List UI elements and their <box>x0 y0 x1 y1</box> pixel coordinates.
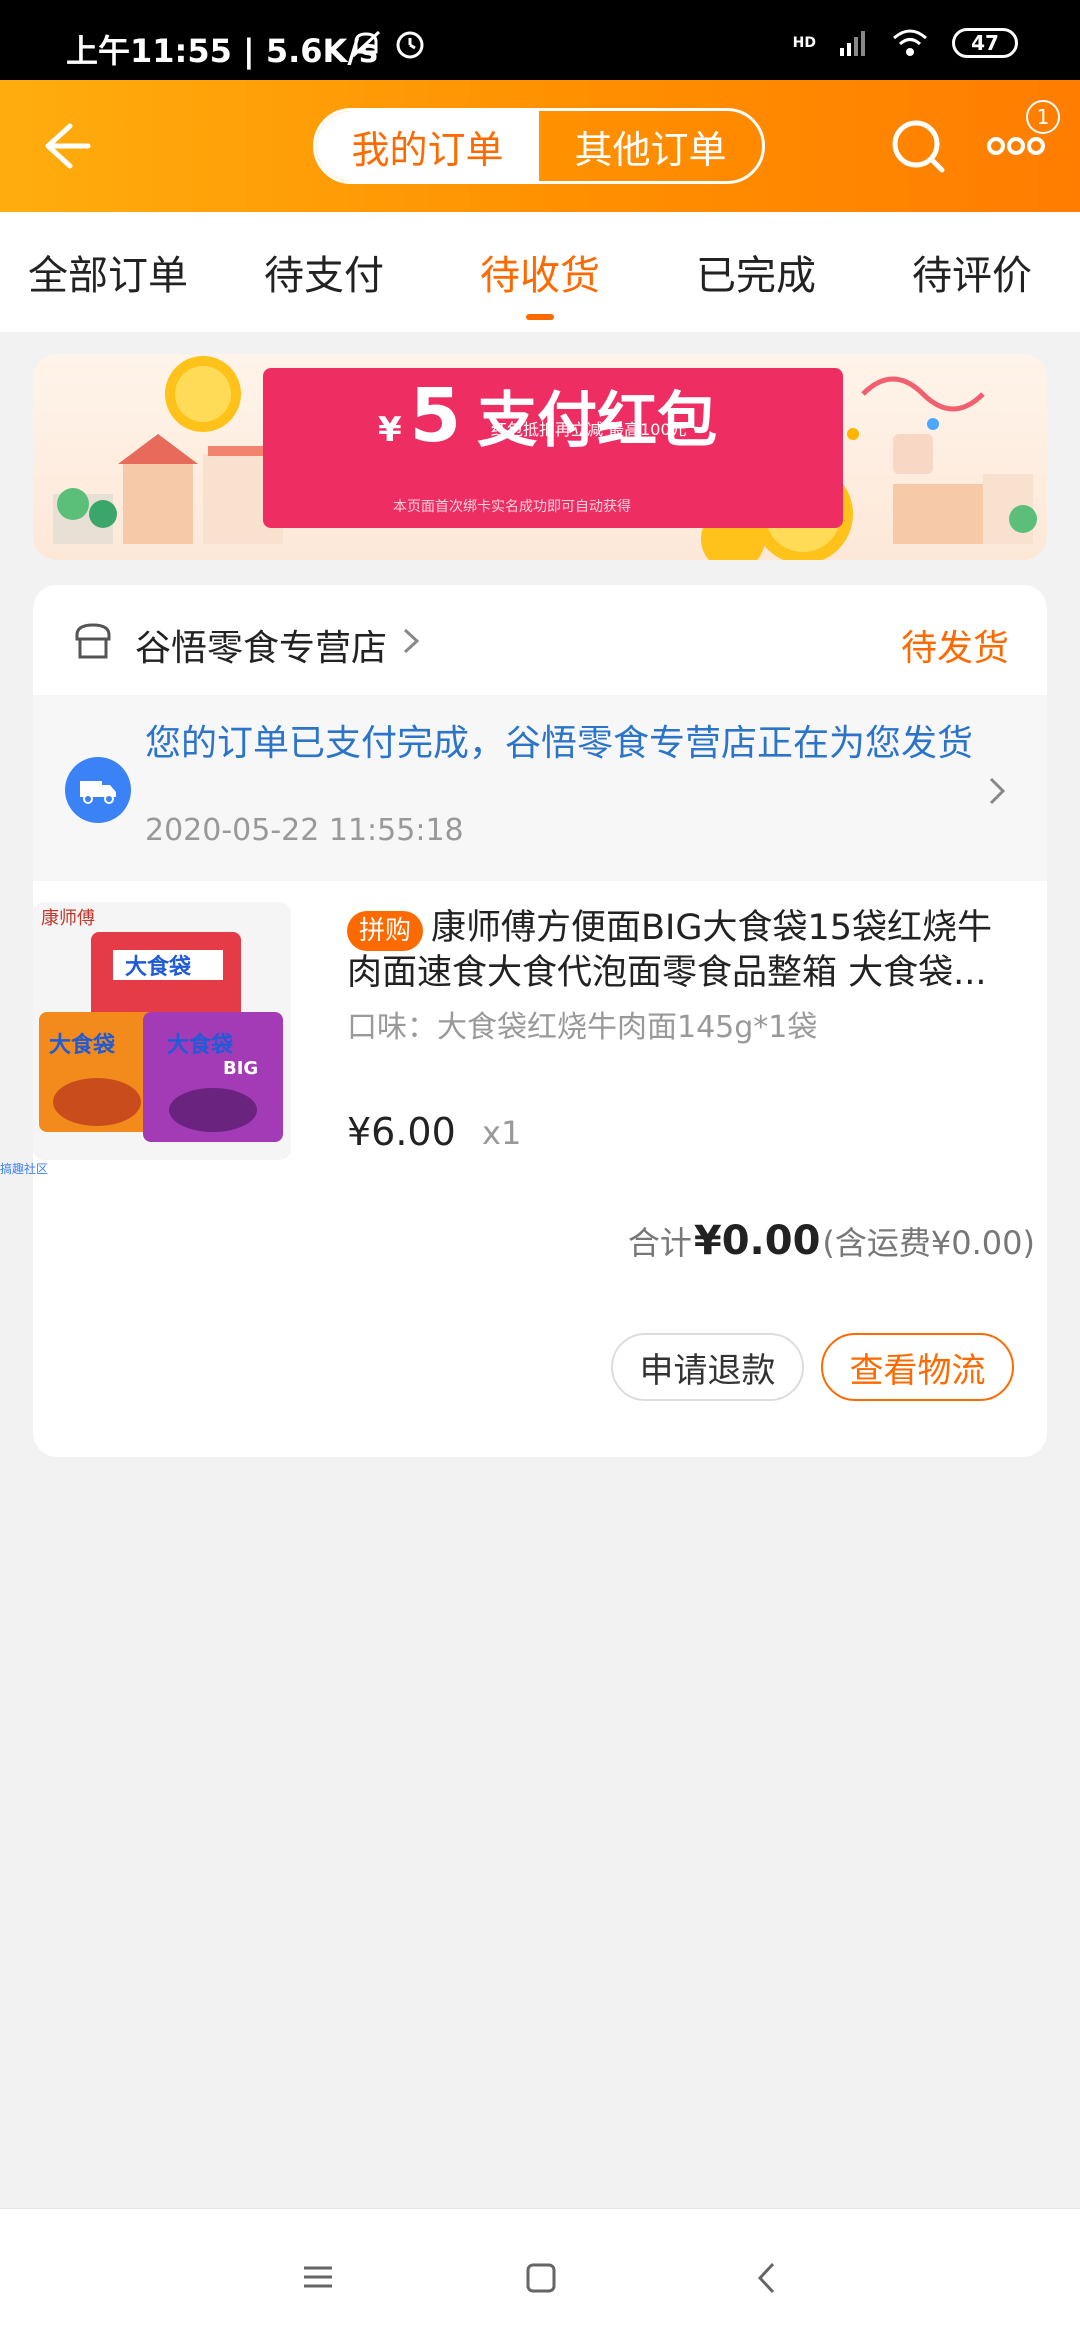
notice-timestamp: 2020-05-22 11:55:18 <box>145 813 464 848</box>
status-left-icons <box>350 28 440 66</box>
svg-text:BIG: BIG <box>223 1058 258 1079</box>
recent-apps-icon[interactable] <box>302 2265 334 2289</box>
status-time: 上午11:55 | 5.6K/s <box>66 32 379 70</box>
coupon-note: 本页面首次绑卡实名成功即可自动获得 <box>393 499 631 515</box>
home-icon[interactable] <box>526 2263 556 2293</box>
chevron-right-icon <box>403 628 420 654</box>
tab-other-orders[interactable]: 其他订单 <box>539 111 762 181</box>
order-status: 待发货 <box>900 628 1009 669</box>
shipping-fee-note: (含运费¥0.00) <box>822 1224 1035 1262</box>
shop-row[interactable]: 谷悟零食专营店 待发货 <box>33 585 1047 695</box>
order-type-switch: 我的订单 其他订单 <box>313 108 765 184</box>
shop-name[interactable]: 谷悟零食专营店 <box>135 619 387 671</box>
mute-icon <box>351 30 381 58</box>
tab-completed[interactable]: 已完成 <box>648 212 864 332</box>
chevron-right-icon <box>989 777 1006 805</box>
group-buy-badge: 拼购 <box>347 911 424 951</box>
tab-all-orders[interactable]: 全部订单 <box>0 212 216 332</box>
svg-text:大食袋: 大食袋 <box>125 954 192 980</box>
request-refund-button[interactable]: 申请退款 <box>611 1333 804 1401</box>
message-badge: 1 <box>1026 100 1060 134</box>
order-total: 合计 ¥0.00 (含运费¥0.00) <box>628 1218 1035 1264</box>
watermark: 搞趣社区 <box>0 1162 49 1176</box>
shipping-notice-text: 您的订单已支付完成，谷悟零食专营店正在为您发货 <box>145 723 974 764</box>
order-status-tabs: 全部订单 待支付 待收货 已完成 待评价 <box>0 212 1080 332</box>
truck-icon <box>65 757 131 823</box>
coupon-sub: 红包抵扣再立减 最高100元 <box>491 420 687 439</box>
product-title[interactable]: 拼购 康师傅方便面BIG大食袋15袋红烧牛肉面速食大食代泡面零食品整箱 大食袋..… <box>347 906 1017 995</box>
tab-pending-receipt[interactable]: 待收货 <box>432 212 648 332</box>
battery-indicator: 47 <box>952 28 1018 58</box>
product-quantity: x1 <box>482 1114 522 1152</box>
header: 我的订单 其他订单 1 <box>0 80 1080 212</box>
status-bar: 上午11:55 | 5.6K/s HD 47 <box>0 0 1080 80</box>
svg-text:大食袋: 大食袋 <box>167 1032 234 1058</box>
total-label: 合计 <box>627 1224 692 1262</box>
shipping-notice[interactable]: 您的订单已支付完成，谷悟零食专营店正在为您发货 2020-05-22 11:55… <box>33 695 1047 881</box>
shop-icon <box>75 623 111 659</box>
tab-pending-payment[interactable]: 待支付 <box>216 212 432 332</box>
back-icon[interactable] <box>756 2261 776 2295</box>
svg-text:大食袋: 大食袋 <box>49 1032 116 1058</box>
product-price: ¥6.00 <box>347 1110 456 1154</box>
total-amount: ¥0.00 <box>693 1218 821 1264</box>
view-logistics-button[interactable]: 查看物流 <box>821 1333 1014 1401</box>
product-spec: 口味：大食袋红烧牛肉面145g*1袋 <box>347 1010 818 1045</box>
network-label: HD <box>792 35 816 51</box>
svg-text:康师傅: 康师傅 <box>41 908 95 929</box>
product-image[interactable]: 康师傅 大食袋 大食袋 大食袋 BIG <box>33 902 291 1160</box>
status-right: HD 47 <box>793 28 1018 58</box>
wifi-icon <box>893 29 927 56</box>
tab-pending-review[interactable]: 待评价 <box>864 212 1080 332</box>
alarm-icon <box>396 31 424 59</box>
red-packet-banner[interactable]: ¥ 5 支付红包 红包抵扣再立减 最高100元 本页面首次绑卡实名成功即可自动获… <box>33 354 1047 560</box>
search-icon[interactable] <box>888 116 948 176</box>
back-arrow-icon[interactable] <box>30 114 94 178</box>
system-nav-bar <box>0 2208 1080 2341</box>
tab-my-orders[interactable]: 我的订单 <box>316 111 539 181</box>
noodle-pack-illustration: 康师傅 大食袋 大食袋 大食袋 BIG <box>33 902 291 1160</box>
mute-alarm-icons <box>351 30 424 59</box>
signal-icon <box>840 31 865 56</box>
